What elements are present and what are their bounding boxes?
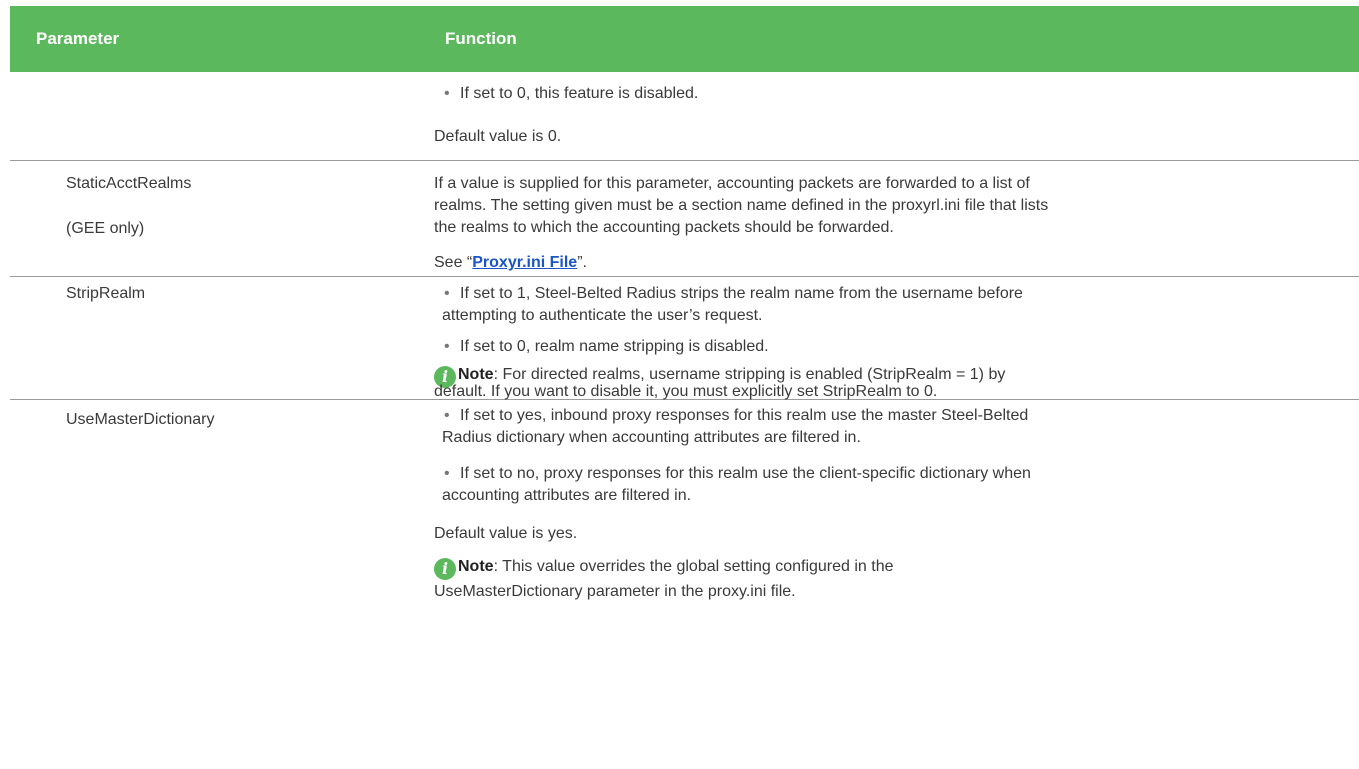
description-line: If a value is supplied for this paramete… (434, 175, 1030, 192)
bullet-item-continuation: attempting to authenticate the user’s re… (442, 307, 763, 324)
description-line: realms. The setting given must be a sect… (434, 197, 1049, 214)
table-header: Parameter Function (10, 6, 1359, 72)
param-note: (GEE only) (66, 220, 145, 237)
bullet-icon: • (444, 407, 450, 424)
table-row: UseMasterDictionary • If set to yes, inbo… (10, 400, 1359, 700)
bullet-item-continuation: accounting attributes are filtered in. (442, 487, 692, 504)
proxyr-ini-file-link[interactable]: Proxyr.ini File (472, 254, 577, 271)
default-value: Default value is 0. (434, 128, 562, 145)
parameter-table: Parameter Function • If set to 0, this fe… (0, 0, 1359, 769)
param-name: StripRealm (66, 285, 146, 302)
bullet-item: • If set to 0, realm name stripping is di… (444, 336, 769, 358)
note: i Note: This value overrides the global s… (434, 556, 894, 580)
description-line: the realms to which the accounting packe… (434, 219, 894, 236)
table-row: StripRealm • If set to 1, Steel-Belted Ra… (10, 277, 1359, 400)
bullet-item-continuation: Radius dictionary when accounting attrib… (442, 429, 861, 446)
bullet-item: • If set to 0, this feature is disabled. (444, 83, 698, 105)
bullet-icon: • (444, 338, 450, 355)
header-parameter: Parameter (36, 29, 120, 48)
note-continuation: UseMasterDictionary parameter in the pro… (434, 583, 796, 600)
table-row: StaticAcctRealms (GEE only) If a value i… (10, 161, 1359, 277)
bullet-icon: • (444, 465, 450, 482)
see-reference: See “Proxyr.ini File”. (434, 254, 587, 271)
bullet-icon: • (444, 85, 450, 102)
bullet-item: • If set to 1, Steel-Belted Radius strips… (444, 283, 1023, 305)
param-name: StaticAcctRealms (66, 175, 192, 192)
info-icon: i (434, 558, 456, 580)
header-function: Function (445, 29, 517, 48)
default-value: Default value is yes. (434, 525, 578, 542)
table-row: • If set to 0, this feature is disabled. … (10, 72, 1359, 161)
bullet-item: • If set to no, proxy responses for this … (444, 463, 1031, 485)
param-name: UseMasterDictionary (66, 411, 215, 428)
bullet-item: • If set to yes, inbound proxy responses … (444, 405, 1028, 427)
bullet-icon: • (444, 285, 450, 302)
